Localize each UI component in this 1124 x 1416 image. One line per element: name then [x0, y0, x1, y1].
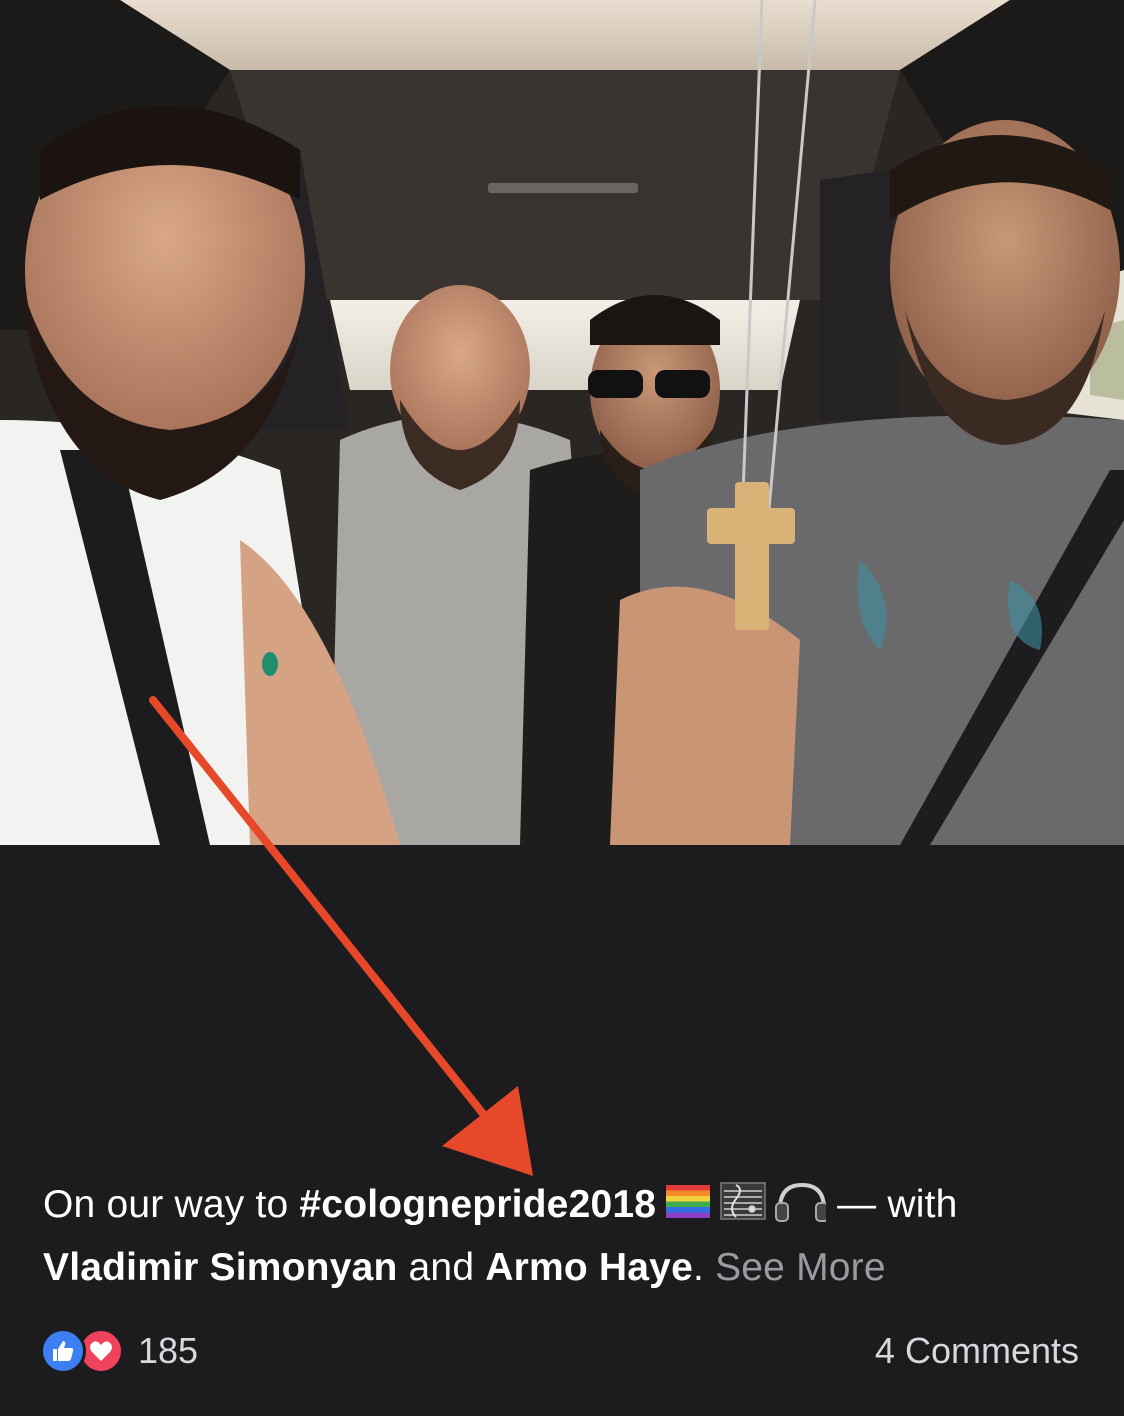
cross-ornament: [735, 482, 769, 630]
post-caption: On our way to #colognepride2018 — with V…: [43, 1176, 1083, 1296]
reaction-count: 185: [138, 1330, 199, 1371]
tagged-user-2[interactable]: Armo Haye: [485, 1246, 693, 1289]
post-photo[interactable]: [0, 0, 1124, 845]
musical-score-icon: [720, 1182, 766, 1220]
caption-emojis: [666, 1179, 830, 1239]
post-viewer: On our way to #colognepride2018 — with V…: [0, 0, 1124, 1416]
see-more-link[interactable]: See More: [715, 1246, 886, 1289]
caption-and-text: and: [397, 1246, 486, 1289]
hashtag-link[interactable]: #colognepride2018: [299, 1183, 656, 1226]
caption-with-text: — with: [826, 1183, 958, 1226]
headphones-icon: [775, 1182, 830, 1222]
reactions-summary[interactable]: 185: [40, 1328, 198, 1374]
caption-period: .: [692, 1246, 705, 1289]
like-icon: [40, 1328, 86, 1374]
comments-link[interactable]: 4 Comments: [875, 1330, 1079, 1372]
photo-illustration: [0, 0, 1124, 845]
rainbow-flag-icon: [666, 1185, 711, 1218]
caption-lead: On our way to: [43, 1183, 300, 1226]
tagged-user-1[interactable]: Vladimir Simonyan: [43, 1246, 398, 1289]
